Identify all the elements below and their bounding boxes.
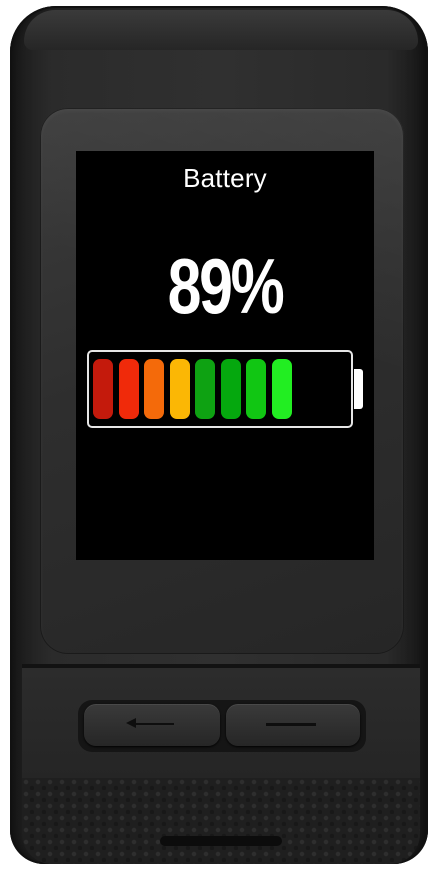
battery-segment bbox=[118, 359, 139, 419]
battery-segment bbox=[195, 359, 215, 419]
strap-slot bbox=[160, 836, 282, 846]
watch-screen: Battery 89% bbox=[76, 151, 374, 560]
page-title: Battery bbox=[183, 163, 267, 193]
battery-percent: 89% bbox=[167, 242, 285, 330]
battery-segment bbox=[220, 359, 241, 419]
watch-device: Battery 89% bbox=[0, 0, 442, 870]
battery-segment bbox=[169, 359, 190, 419]
battery-segment bbox=[93, 359, 113, 419]
back-button[interactable] bbox=[84, 704, 220, 746]
battery-icon bbox=[87, 350, 353, 428]
dash-icon bbox=[266, 723, 316, 726]
battery-segment bbox=[246, 359, 266, 419]
watch-strap bbox=[22, 778, 420, 864]
back-arrow-icon bbox=[126, 718, 176, 728]
battery-segment bbox=[271, 359, 292, 419]
battery-terminal bbox=[354, 369, 363, 409]
lap-button[interactable] bbox=[226, 704, 360, 746]
watch-top-band bbox=[24, 10, 418, 50]
battery-segment bbox=[144, 359, 164, 419]
